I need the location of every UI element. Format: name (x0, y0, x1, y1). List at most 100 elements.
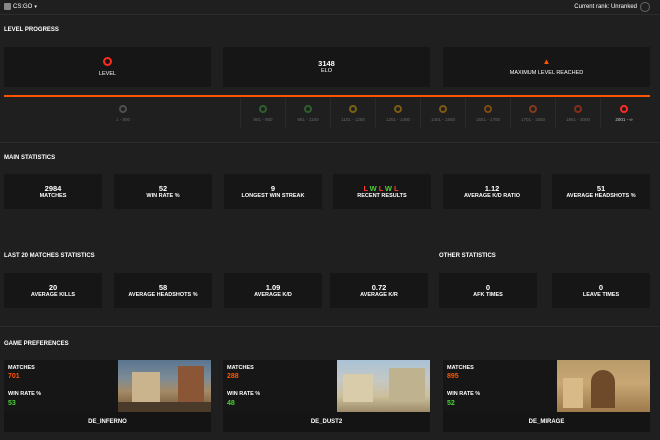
level-badge-icon (304, 104, 312, 113)
level-range-label: 1101 - 1250 (341, 116, 365, 122)
matches-label: MATCHES (227, 365, 254, 371)
level-range-label: 1551 - 1700 (475, 116, 501, 122)
win-rate-label: WIN RATE % (8, 391, 42, 397)
avg-kills-label: AVERAGE KILLS (30, 291, 76, 298)
afk-card: 0 AFK TIMES (439, 273, 537, 308)
flame-icon: ▲ (542, 57, 551, 66)
level-badge-icon (119, 104, 127, 113)
avg-kills-value: 20 (48, 282, 58, 292)
last20-title: LAST 20 MATCHES STATISTICS (4, 253, 95, 259)
win-rate-value: 52 (158, 183, 168, 193)
map-image-inferno (118, 360, 211, 412)
avg-hs-value: 58 (158, 282, 168, 292)
win-rate-card: 52 WIN RATE % (114, 174, 212, 209)
map-name: DE_MIRAGE (443, 412, 650, 432)
level-icon (103, 56, 112, 66)
avg-kd-label: AVERAGE K/D (254, 291, 292, 298)
avg-kr-value: 0.72 (371, 282, 387, 292)
level-range-label: 1251 - 1400 (385, 116, 411, 122)
map-card-inferno[interactable]: MATCHES 701 WIN RATE % 53 DE_INFERNO (4, 360, 211, 432)
level-badge-icon (529, 104, 537, 113)
map-card-mirage[interactable]: MATCHES 895 WIN RATE % 52 DE_MIRAGE (443, 360, 650, 432)
kd-ratio-value: 1.12 (484, 183, 500, 193)
recent-result: L (393, 183, 401, 193)
recent-result: W (384, 183, 394, 193)
matches-label: MATCHES (39, 192, 67, 199)
game-selector[interactable]: CS:GO ▾ (4, 3, 37, 10)
avg-kr-label: AVERAGE K/R (360, 291, 398, 298)
level-range-label: 1 - 800 (115, 116, 130, 122)
leave-label: LEAVE TIMES (582, 291, 620, 298)
headshots-label: AVERAGE HEADSHOTS % (566, 192, 636, 199)
longest-streak-value: 9 (270, 183, 276, 193)
win-rate-label: WIN RATE % (447, 391, 481, 397)
matches-card: 2984 MATCHES (4, 174, 102, 209)
leave-value: 0 (598, 282, 604, 292)
main-stats-title: MAIN STATISTICS (4, 155, 56, 161)
avg-kr-card: 0.72 AVERAGE K/R (330, 273, 428, 308)
progress-bar (4, 95, 650, 97)
map-card-dust2[interactable]: MATCHES 288 WIN RATE % 48 DE_DUST2 (223, 360, 430, 432)
level-range-3: 951 - 1100 (286, 98, 330, 128)
afk-label: AFK TIMES (473, 291, 503, 298)
level-range-label: 951 - 1100 (297, 116, 319, 122)
level-range-7: 1551 - 1700 (466, 98, 510, 128)
level-separator (330, 98, 331, 128)
win-rate-value: 48 (227, 400, 235, 407)
level-separator (375, 98, 376, 128)
level-badge-icon (574, 104, 582, 113)
win-rate-value: 53 (8, 400, 16, 407)
map-image-dust2 (337, 360, 430, 412)
game-prefs-title: GAME PREFERENCES (4, 341, 69, 347)
avg-kills-card: 20 AVERAGE KILLS (4, 273, 102, 308)
elo-value: 3148 (318, 59, 335, 68)
level-range-6: 1401 - 1550 (421, 98, 465, 128)
recent-results-card: LWLWL RECENT RESULTS (333, 174, 431, 209)
current-rank: Current rank: Unranked (574, 2, 650, 12)
matches-label: MATCHES (447, 365, 474, 371)
matches-value: 701 (8, 373, 20, 380)
level-badge-icon (439, 104, 447, 113)
level-separator (285, 98, 286, 128)
max-level-label: MAXIMUM LEVEL REACHED (509, 70, 584, 76)
level-range-label: 2001 - ∞ (615, 116, 633, 122)
avg-hs-label: AVERAGE HEADSHOTS % (128, 291, 198, 298)
win-rate-label: WIN RATE % (146, 192, 180, 199)
level-badge-icon (484, 104, 492, 113)
level-range-label: 1401 - 1550 (430, 116, 456, 122)
longest-streak-card: 9 LONGEST WIN STREAK (224, 174, 322, 209)
level-range-label: 1851 - 2000 (565, 116, 591, 122)
level-range-4: 1101 - 1250 (331, 98, 375, 128)
win-rate-label: WIN RATE % (227, 391, 261, 397)
level-range-9: 1851 - 2000 (556, 98, 600, 128)
game-label: CS:GO (13, 3, 33, 10)
matches-value: 895 (447, 373, 459, 380)
other-stats-title: OTHER STATISTICS (439, 253, 496, 259)
level-range-label: 801 - 950 (253, 116, 273, 122)
level-separator (240, 98, 241, 128)
elo-label: ELO (320, 68, 332, 74)
level-separator (510, 98, 511, 128)
leave-card: 0 LEAVE TIMES (552, 273, 650, 308)
elo-card: 3148 ELO (223, 47, 430, 87)
matches-label: MATCHES (8, 365, 35, 371)
level-badge-icon (349, 104, 357, 113)
kd-ratio-card: 1.12 AVERAGE K/D RATIO (443, 174, 541, 209)
rank-icon (640, 2, 650, 12)
level-range-label: 1701 - 1850 (520, 116, 546, 122)
level-range-10: 2001 - ∞ (602, 98, 646, 128)
game-icon (4, 3, 11, 10)
level-card: LEVEL (4, 47, 211, 87)
afk-value: 0 (485, 282, 491, 292)
max-level-card: ▲ MAXIMUM LEVEL REACHED (443, 47, 650, 87)
level-label: LEVEL (98, 70, 117, 77)
avg-kd-card: 1.09 AVERAGE K/D (224, 273, 322, 308)
level-range-5: 1251 - 1400 (376, 98, 420, 128)
recent-results-values: LWLWL (363, 184, 400, 193)
headshots-value: 51 (596, 183, 606, 193)
headshots-card: 51 AVERAGE HEADSHOTS % (552, 174, 650, 209)
level-range-2: 801 - 950 (241, 98, 285, 128)
kd-ratio-label: AVERAGE K/D RATIO (463, 192, 521, 199)
recent-result: W (369, 183, 379, 193)
level-badge-icon (259, 104, 267, 113)
